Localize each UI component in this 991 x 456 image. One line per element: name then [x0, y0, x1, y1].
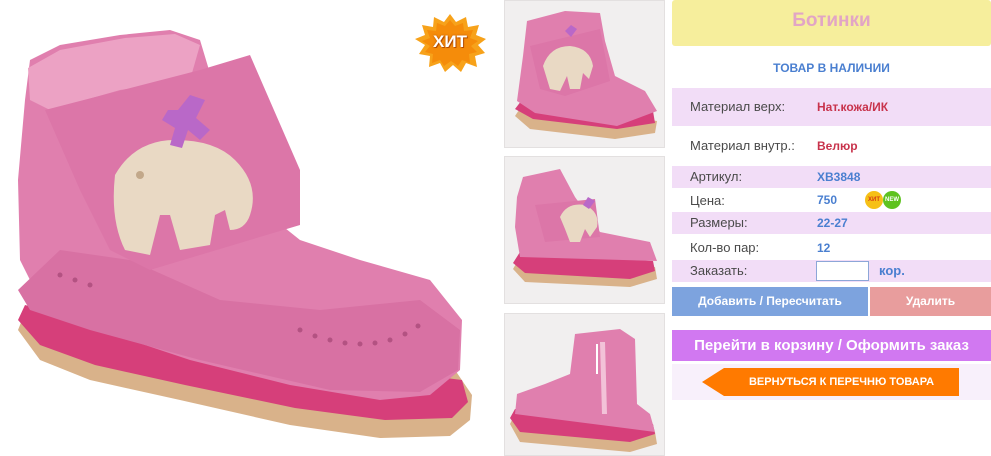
spec-row-order: Заказать: кор. [672, 260, 991, 282]
thumbnail-boot-front-image [515, 11, 657, 139]
spec-row-article: Артикул: ХВ3848 [672, 166, 991, 188]
spec-label: Цена: [690, 193, 725, 208]
stock-status: ТОВАР В НАЛИЧИИ [773, 61, 890, 75]
spec-label: Кол-во пар: [690, 240, 760, 255]
spec-value: Велюр [817, 139, 858, 153]
spec-row-price: Цена: 750 ХИТ NEW [672, 188, 991, 212]
spec-value: Нат.кожа/ИК [817, 100, 889, 114]
hit-badge: ХИТ [413, 14, 487, 72]
spec-row-material-top: Материал верх: Нат.кожа/ИК [672, 88, 991, 126]
thumbnail-1[interactable] [504, 0, 665, 148]
back-to-list-label: ВЕРНУТЬСЯ К ПЕРЕЧНЮ ТОВАРА [748, 376, 935, 388]
back-area: ВЕРНУТЬСЯ К ПЕРЕЧНЮ ТОВАРА [672, 364, 991, 400]
product-info-panel: Ботинки ТОВАР В НАЛИЧИИ Материал верх: Н… [672, 0, 991, 456]
thumbnail-boot-side-image [513, 169, 657, 287]
price-value: 750 [817, 193, 838, 207]
spec-value: ХВ3848 [817, 170, 861, 184]
go-to-cart-button[interactable]: Перейти в корзину / Оформить заказ [672, 330, 991, 361]
spec-label: Материал верх: [690, 99, 786, 114]
spec-label: Артикул: [690, 169, 743, 184]
thumbnail-3[interactable] [504, 313, 665, 456]
delete-button[interactable]: Удалить [870, 287, 991, 316]
main-product-photo[interactable]: ХИТ [0, 0, 500, 456]
spec-row-material-inner: Материал внутр.: Велюр [672, 126, 991, 166]
add-recalculate-button[interactable]: Добавить / Пересчитать [672, 287, 868, 316]
spec-value: 12 [817, 241, 831, 255]
spec-label: Заказать: [690, 263, 748, 278]
new-mini-badge: NEW [883, 191, 901, 209]
thumbnail-boot-inner-side-image [510, 329, 657, 452]
spec-row-pairs: Кол-во пар: 12 [672, 234, 991, 260]
title-bar: Ботинки [672, 0, 991, 46]
product-title: Ботинки [792, 10, 871, 31]
spec-value: 22-27 [817, 216, 848, 230]
hit-mini-badge: ХИТ [865, 191, 883, 209]
spec-row-sizes: Размеры: 22-27 [672, 212, 991, 234]
spec-label: Размеры: [690, 215, 748, 230]
hit-badge-label: ХИТ [433, 32, 467, 51]
order-unit: кор. [879, 263, 905, 278]
thumbnail-2[interactable] [504, 156, 665, 304]
spec-label: Материал внутр.: [690, 138, 795, 153]
back-to-list-button[interactable]: ВЕРНУТЬСЯ К ПЕРЕЧНЮ ТОВАРА [702, 368, 959, 396]
order-quantity-input[interactable] [816, 261, 869, 281]
